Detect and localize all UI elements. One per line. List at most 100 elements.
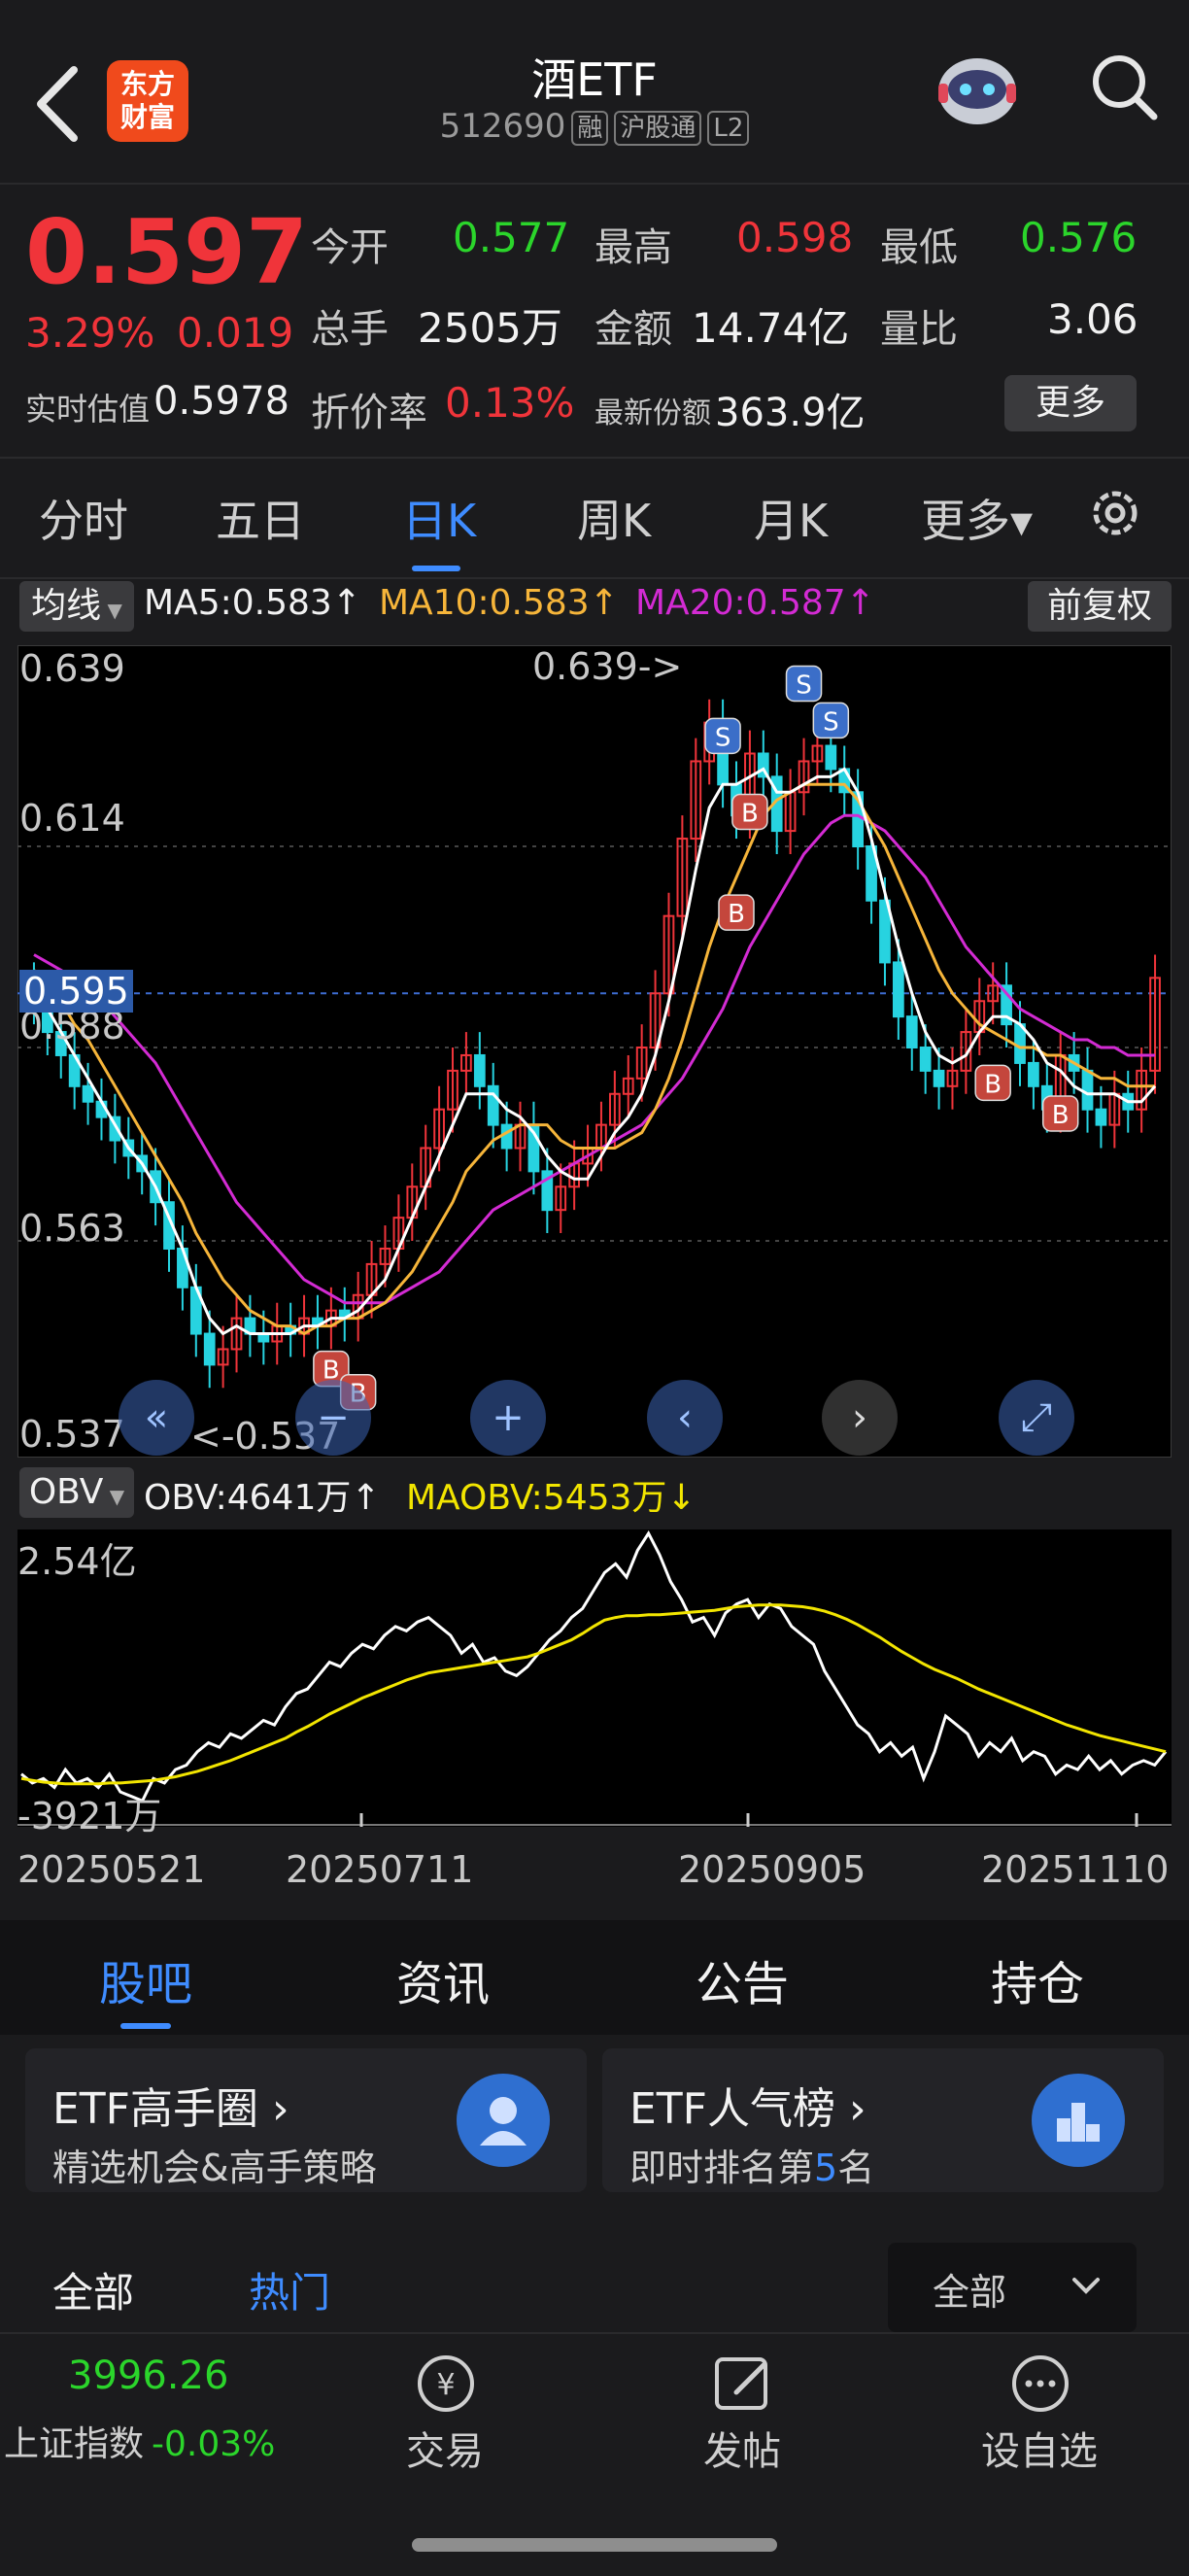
tab-weekly-k[interactable]: 周K	[577, 486, 651, 550]
robot-assistant-icon[interactable]	[931, 41, 1024, 134]
signal-marker-label: B	[984, 1070, 1002, 1099]
ranking-icon	[1032, 2074, 1125, 2167]
kline-chart[interactable]: BBSSSBBBB	[17, 645, 1172, 1458]
filter-all[interactable]: 全部	[52, 2260, 134, 2319]
candle-body	[1028, 1061, 1039, 1087]
amount-label: 金额	[594, 307, 672, 352]
candle-body	[933, 1069, 945, 1087]
change-amount: 0.019	[177, 309, 294, 357]
candle-body	[487, 1084, 499, 1126]
etf-experts-card[interactable]: ETF高手圈 › 精选机会&高手策略	[25, 2048, 587, 2192]
low-value: 0.576	[1020, 214, 1138, 261]
obv-y-tick-bottom: -3921万	[17, 1795, 162, 1838]
trade-yuan-icon[interactable]: ¥	[412, 2350, 480, 2418]
signal-marker-b: B	[718, 894, 755, 931]
scroll-right-button[interactable]: ›	[822, 1380, 898, 1456]
tab-announcements[interactable]: 公告	[696, 1945, 789, 2013]
high-label: 最高	[594, 225, 672, 270]
max-annotation: 0.639->	[532, 645, 683, 688]
fund-code: 512690	[439, 107, 566, 146]
candle-body	[500, 1123, 513, 1150]
tab-holdings[interactable]: 持仓	[991, 1945, 1084, 2013]
fullscreen-icon[interactable]: ⤢	[999, 1380, 1074, 1456]
shares-value: 363.9亿	[715, 391, 866, 435]
amount-value: 14.74亿	[692, 304, 850, 352]
y-tick-1: 0.614	[19, 797, 125, 840]
volume-label: 总手	[311, 307, 389, 352]
chart-settings-gear-icon[interactable]	[1084, 482, 1146, 544]
obv-plot-area	[17, 1529, 1172, 1827]
signal-marker-b: B	[974, 1064, 1011, 1102]
etf-popularity-subtitle: 即时排名第5名	[629, 2138, 874, 2191]
add-watchlist-button[interactable]: 设自选	[942, 2420, 1137, 2476]
indicator-selector-ma[interactable]: 均线 ▼	[19, 581, 134, 632]
signal-marker-label: S	[715, 723, 731, 752]
scroll-left-button[interactable]: ‹	[647, 1380, 723, 1456]
high-value: 0.598	[736, 214, 854, 261]
active-content-tab-indicator	[120, 2023, 171, 2029]
candle-body	[905, 1015, 918, 1048]
obv-y-tick-top: 2.54亿	[17, 1540, 137, 1583]
candle-body	[892, 961, 904, 1018]
tab-more[interactable]: 更多▾	[921, 486, 1033, 550]
signal-marker-s: S	[812, 702, 850, 739]
iopv-label: 实时估值	[25, 391, 151, 428]
svg-text:¥: ¥	[436, 2368, 455, 2402]
adjust-button[interactable]: 前复权	[1028, 581, 1172, 632]
y-tick-3: 0.563	[19, 1207, 125, 1250]
signal-marker-label: B	[728, 900, 745, 929]
current-price-line-label: 0.595	[19, 970, 133, 1013]
rank-suffix: 名	[837, 2147, 875, 2189]
tab-monthly-k[interactable]: 月K	[754, 486, 828, 550]
search-icon[interactable]	[1086, 49, 1164, 126]
etf-experts-title: ETF高手圈 ›	[52, 2084, 289, 2134]
candle-body	[825, 744, 837, 771]
x-tick-2: 20250905	[678, 1848, 866, 1891]
candle-body	[203, 1332, 216, 1366]
iopv-value: 0.5978	[153, 379, 289, 424]
index-change: -0.03%	[152, 2424, 276, 2464]
etf-popularity-title: ETF人气榜 ›	[629, 2084, 866, 2134]
candle-body	[1081, 1069, 1094, 1111]
tab-five-day[interactable]: 五日	[216, 486, 305, 550]
tag-connect: 沪股通	[614, 110, 702, 146]
signal-marker-label: B	[1052, 1101, 1070, 1130]
tab-guba[interactable]: 股吧	[99, 1945, 192, 2013]
more-button[interactable]: 更多	[1004, 375, 1137, 431]
tab-daily-k[interactable]: 日K	[402, 486, 476, 550]
indicator-selector-obv[interactable]: OBV ▼	[19, 1467, 134, 1518]
premium-label: 折价率	[311, 391, 427, 435]
sort-dropdown[interactable]: 全部	[888, 2243, 1137, 2332]
tab-news[interactable]: 资讯	[396, 1945, 490, 2013]
etf-popularity-card[interactable]: ETF人气榜 › 即时排名第5名	[602, 2048, 1164, 2192]
tab-intraday[interactable]: 分时	[39, 486, 128, 550]
home-indicator	[412, 2538, 777, 2552]
chevron-down-icon	[1067, 2266, 1105, 2309]
obv-selector-label: OBV	[28, 1472, 104, 1512]
filter-hot[interactable]: 热门	[249, 2260, 330, 2319]
current-price: 0.597	[25, 200, 309, 304]
scroll-to-start-button[interactable]: «	[119, 1380, 194, 1456]
open-label: 今开	[311, 225, 389, 270]
more-dots-icon[interactable]	[1006, 2350, 1074, 2418]
open-value: 0.577	[453, 214, 570, 261]
index-line[interactable]: 上证指数 -0.03%	[4, 2416, 275, 2466]
zoom-out-button[interactable]: −	[295, 1380, 371, 1456]
x-tick-0: 20250521	[17, 1848, 206, 1891]
y-tick-4: 0.537	[19, 1413, 125, 1456]
index-name: 上证指数	[4, 2424, 145, 2464]
x-tick-1: 20250711	[286, 1848, 474, 1891]
index-value[interactable]: 3996.26	[68, 2353, 228, 2398]
ma20-legend: MA20:0.587↑	[635, 583, 875, 623]
signal-marker-s: S	[785, 665, 823, 703]
signal-marker-b: B	[1041, 1095, 1079, 1132]
rank-value: 5	[814, 2147, 838, 2189]
zoom-in-button[interactable]: +	[470, 1380, 546, 1456]
rank-prefix: 即时排名第	[629, 2147, 815, 2189]
trade-button[interactable]: 交易	[348, 2420, 542, 2476]
ma10-legend: MA10:0.583↑	[379, 583, 619, 623]
sort-dropdown-label: 全部	[933, 2271, 1007, 2314]
post-button[interactable]: 发帖	[645, 2420, 839, 2476]
obv-chart[interactable]	[17, 1529, 1172, 1827]
post-edit-icon[interactable]	[709, 2350, 777, 2418]
